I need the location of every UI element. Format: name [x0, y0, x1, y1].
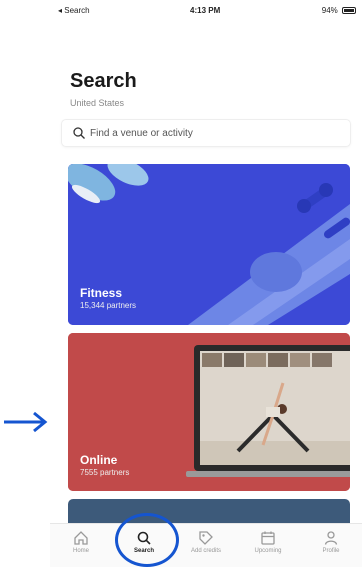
battery-percent: 94%	[321, 6, 338, 15]
tab-add-credits[interactable]: Add credits	[181, 528, 231, 564]
search-bar[interactable]	[62, 120, 350, 146]
tab-home[interactable]: Home	[56, 528, 106, 564]
home-icon	[74, 531, 88, 545]
fitness-category-card[interactable]: Fitness 15,344 partners	[68, 164, 350, 325]
tab-profile[interactable]: Profile	[306, 528, 356, 564]
bottom-tab-bar: Home Search Add credits Upcoming Profile	[50, 523, 362, 567]
tab-search[interactable]: Search	[119, 528, 169, 564]
tab-add-credits-label: Add credits	[190, 548, 221, 554]
fitness-title: Fitness	[80, 286, 123, 300]
tab-home-label: Home	[72, 548, 89, 554]
tab-search-label: Search	[133, 548, 154, 554]
search-input[interactable]	[90, 124, 340, 142]
tab-upcoming[interactable]: Upcoming	[243, 528, 293, 564]
page-title: Search	[70, 70, 137, 92]
calendar-icon	[261, 531, 275, 545]
annotation-arrow-icon	[4, 411, 48, 433]
status-bar: ◂ Search 4:13 PM 94%	[50, 0, 362, 20]
person-icon	[324, 531, 338, 545]
back-to-search-link[interactable]: ◂ Search	[58, 6, 90, 15]
fitness-partners-count: 15,344 partners	[80, 301, 137, 310]
tag-icon	[199, 531, 213, 545]
search-icon	[137, 531, 151, 545]
online-partners-count: 7555 partners	[80, 468, 130, 477]
battery-icon	[342, 7, 356, 15]
online-category-card[interactable]: Online 7555 partners	[68, 333, 350, 491]
battery-indicator: 94%	[322, 6, 356, 15]
search-icon	[73, 127, 85, 139]
phone-screen: ◂ Search 4:13 PM 94% Search United State…	[50, 0, 362, 567]
status-time: 4:13 PM	[190, 6, 221, 15]
tab-upcoming-label: Upcoming	[254, 548, 282, 554]
online-title: Online	[80, 453, 118, 467]
country-label[interactable]: United States	[70, 98, 124, 108]
tab-profile-label: Profile	[322, 548, 340, 554]
